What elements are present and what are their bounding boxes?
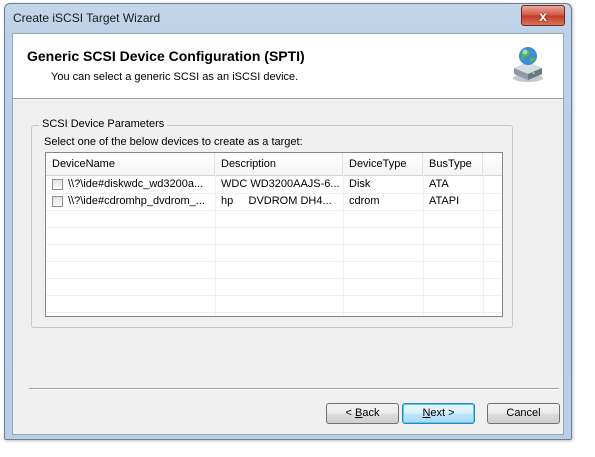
column-header-description[interactable]: Description <box>215 153 343 175</box>
column-header-devicename[interactable]: DeviceName <box>46 153 215 175</box>
list-header: DeviceName Description DeviceType BusTyp… <box>46 153 502 176</box>
device-name-cell: \\?\ide#diskwdc_wd3200a... <box>68 178 204 190</box>
title-bar[interactable]: Create iSCSI Target Wizard x <box>5 4 571 32</box>
empty-row <box>46 210 502 228</box>
page-title: Generic SCSI Device Configuration (SPTI) <box>27 48 305 64</box>
device-checkbox[interactable] <box>52 196 63 207</box>
network-drive-icon <box>513 47 543 82</box>
empty-row <box>46 278 502 296</box>
device-description-cell: hp DVDROM DH4... <box>221 195 332 207</box>
next-rest: ext > <box>430 407 455 419</box>
cancel-button[interactable]: Cancel <box>487 403 560 424</box>
instruction-text: Select one of the below devices to creat… <box>44 136 303 148</box>
table-row[interactable]: \\?\ide#cdromhp_dvdrom_... hp DVDROM DH4… <box>46 193 502 211</box>
back-button[interactable]: < Back <box>326 403 399 424</box>
device-type-cell: cdrom <box>349 195 380 207</box>
device-list[interactable]: DeviceName Description DeviceType BusTyp… <box>45 152 503 317</box>
device-description-cell: WDC WD3200AAJS-6... <box>221 178 340 190</box>
device-checkbox[interactable] <box>52 179 63 190</box>
wizard-header: Generic SCSI Device Configuration (SPTI)… <box>13 34 563 99</box>
footer-separator <box>29 388 559 390</box>
bus-type-cell: ATAPI <box>429 195 460 207</box>
empty-row <box>46 244 502 262</box>
wizard-window: Create iSCSI Target Wizard x Generic SCS… <box>4 3 572 440</box>
back-rest: ack <box>362 407 380 419</box>
empty-row <box>46 227 502 245</box>
column-header-devicetype[interactable]: DeviceType <box>343 153 423 175</box>
empty-row <box>46 295 502 313</box>
page-subtitle: You can select a generic SCSI as an iSCS… <box>51 71 299 83</box>
wizard-client-area: Generic SCSI Device Configuration (SPTI)… <box>12 33 564 435</box>
device-name-cell: \\?\ide#cdromhp_dvdrom_... <box>68 195 205 207</box>
group-legend: SCSI Device Parameters <box>39 118 168 130</box>
window-title: Create iSCSI Target Wizard <box>13 11 161 25</box>
empty-row <box>46 261 502 279</box>
close-icon: x <box>539 7 547 24</box>
bus-type-cell: ATA <box>429 178 449 190</box>
back-prefix: < <box>345 407 355 419</box>
close-button[interactable]: x <box>521 5 565 26</box>
column-header-bustype[interactable]: BusType <box>423 153 483 175</box>
table-row[interactable]: \\?\ide#diskwdc_wd3200a... WDC WD3200AAJ… <box>46 176 502 194</box>
next-button[interactable]: Next > <box>402 403 475 424</box>
device-type-cell: Disk <box>349 178 371 190</box>
